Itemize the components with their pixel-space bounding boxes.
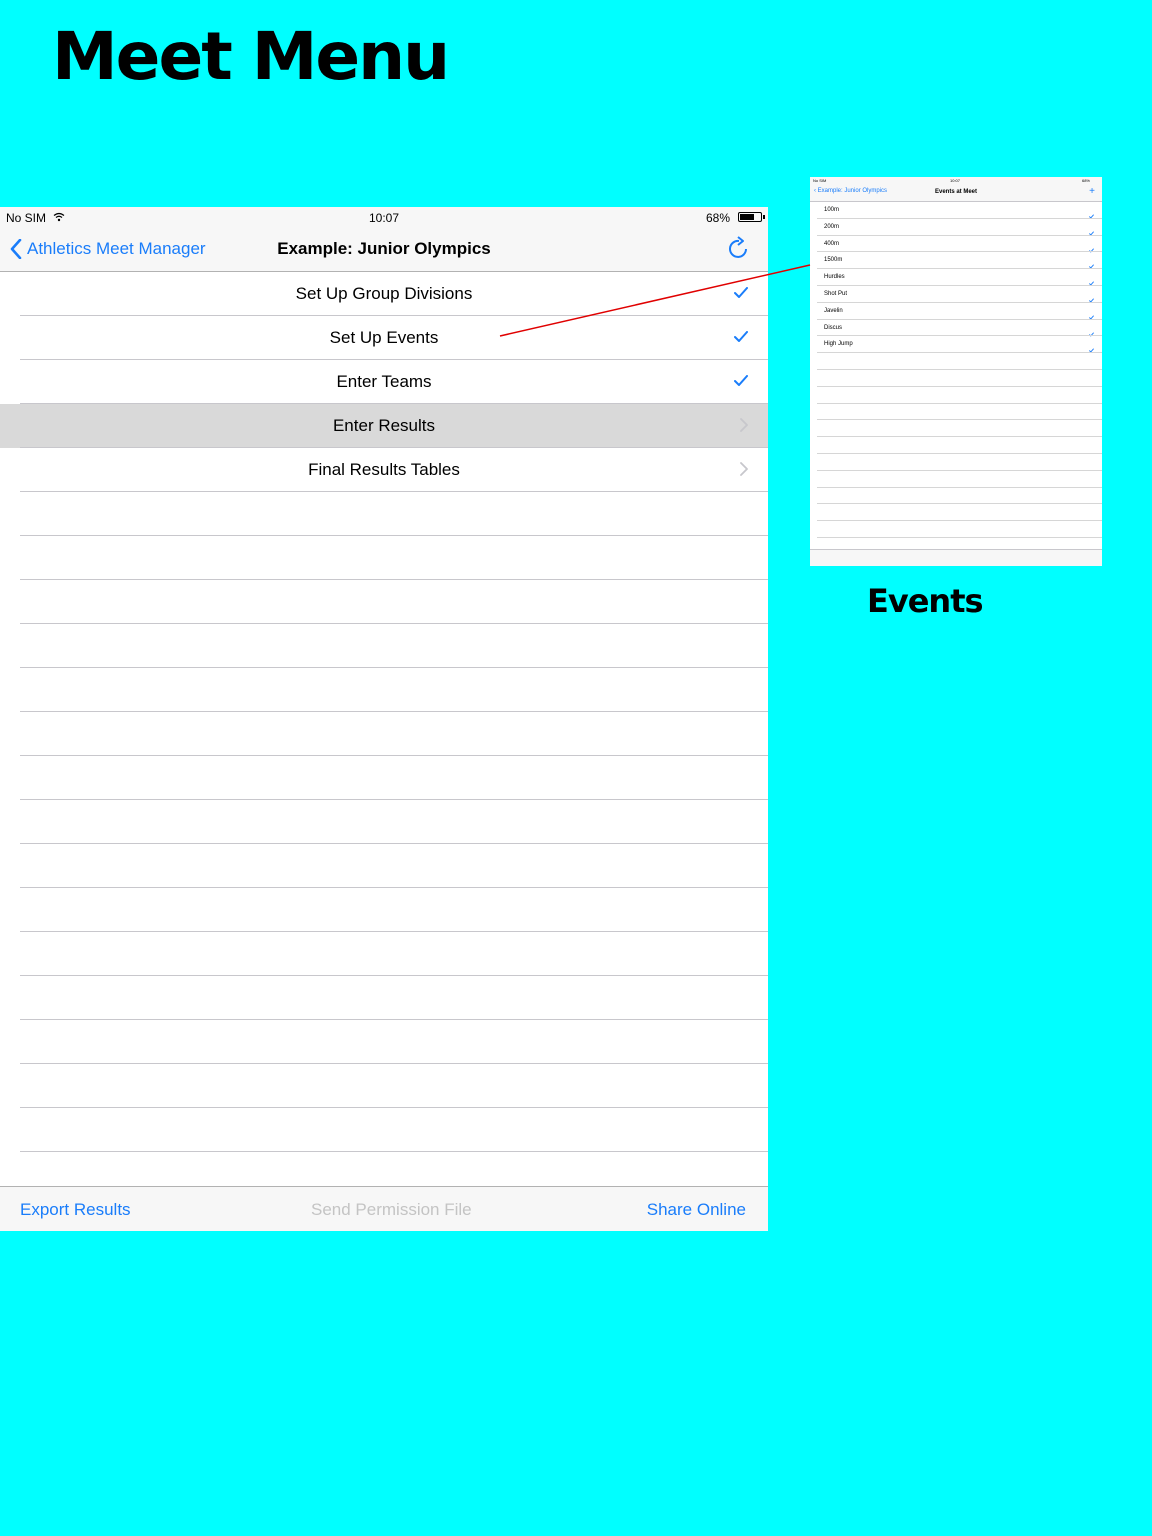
checkmark-icon bbox=[734, 286, 748, 304]
event-row[interactable]: 400m bbox=[810, 236, 1102, 253]
event-label: High Jump bbox=[824, 341, 853, 348]
empty-row bbox=[0, 1108, 768, 1152]
mini-add-icon[interactable]: + bbox=[1089, 186, 1095, 197]
navigation-bar: Athletics Meet Manager Example: Junior O… bbox=[0, 227, 768, 272]
refresh-icon[interactable] bbox=[728, 236, 750, 265]
empty-row bbox=[810, 521, 1102, 538]
empty-row bbox=[810, 387, 1102, 404]
mini-status-bar: No SIM 10:07 68% bbox=[810, 177, 1102, 184]
empty-row bbox=[810, 353, 1102, 370]
status-time: 10:07 bbox=[368, 211, 400, 225]
event-label: 400m bbox=[824, 240, 840, 247]
mini-carrier: No SIM bbox=[813, 178, 827, 183]
event-label: 1500m bbox=[824, 257, 843, 264]
page-title: Example: Junior Olympics bbox=[277, 239, 491, 258]
empty-row bbox=[810, 504, 1102, 521]
meet-menu-screen: No SIM 10:07 68% Athletics Meet Manager … bbox=[0, 207, 768, 1231]
empty-row bbox=[0, 976, 768, 1020]
mini-title: Events at Meet bbox=[934, 189, 977, 195]
empty-row bbox=[0, 800, 768, 844]
event-row[interactable]: High Jump bbox=[810, 336, 1102, 353]
mini-navigation-bar: ‹ Example: Junior Olympics Events at Mee… bbox=[810, 184, 1102, 202]
menu-row[interactable]: Set Up Events bbox=[0, 316, 768, 360]
mini-time: 10:07 bbox=[950, 178, 961, 183]
event-row[interactable]: 200m bbox=[810, 219, 1102, 236]
page-heading: Meet Menu bbox=[52, 18, 450, 95]
empty-row bbox=[810, 488, 1102, 505]
menu-row[interactable]: Final Results Tables bbox=[0, 448, 768, 492]
mini-toolbar bbox=[810, 549, 1102, 566]
empty-row bbox=[0, 580, 768, 624]
events-caption: Events bbox=[867, 582, 984, 620]
menu-row-label: Set Up Group Divisions bbox=[295, 284, 473, 303]
event-row[interactable]: 1500m bbox=[810, 252, 1102, 269]
event-label: Hurdles bbox=[824, 274, 845, 281]
empty-row bbox=[810, 404, 1102, 421]
empty-row bbox=[0, 492, 768, 536]
chevron-right-icon bbox=[740, 462, 748, 481]
empty-row bbox=[0, 536, 768, 580]
checkmark-icon bbox=[734, 374, 748, 392]
event-label: 100m bbox=[824, 207, 840, 213]
empty-row bbox=[0, 668, 768, 712]
menu-row[interactable]: Enter Teams bbox=[0, 360, 768, 404]
bottom-toolbar: Export Results Send Permission File Shar… bbox=[0, 1186, 768, 1231]
event-row[interactable]: Hurdles bbox=[810, 269, 1102, 286]
empty-row bbox=[810, 420, 1102, 437]
event-label: Javelin bbox=[824, 307, 843, 314]
events-thumbnail: No SIM 10:07 68% ‹ Example: Junior Olymp… bbox=[810, 177, 1102, 566]
events-list: 100m 200m 400m 1500m Hurdles Shot Put Javelin D… bbox=[810, 202, 1102, 538]
meet-menu-list: Set Up Group Divisions Set Up Events Enter… bbox=[0, 272, 768, 1152]
menu-row[interactable]: Enter Results bbox=[0, 404, 768, 448]
empty-row bbox=[810, 471, 1102, 488]
empty-row bbox=[0, 844, 768, 888]
menu-row-label: Set Up Events bbox=[329, 328, 439, 347]
battery-percent: 68% bbox=[705, 211, 730, 225]
menu-row-label: Final Results Tables bbox=[308, 460, 460, 479]
battery-icon bbox=[738, 212, 765, 222]
chevron-right-icon bbox=[740, 418, 748, 437]
event-row[interactable]: Discus bbox=[810, 320, 1102, 337]
mini-battery: 68% bbox=[1081, 178, 1090, 183]
empty-row bbox=[810, 437, 1102, 454]
event-label: Discus bbox=[824, 324, 843, 331]
empty-row bbox=[0, 624, 768, 668]
send-permission-file-button: Send Permission File bbox=[311, 1200, 472, 1219]
event-label: Shot Put bbox=[824, 290, 848, 297]
menu-row-label: Enter Teams bbox=[336, 372, 432, 391]
share-online-button[interactable]: Share Online bbox=[647, 1200, 746, 1220]
event-label: 200m bbox=[824, 223, 840, 230]
empty-row bbox=[810, 454, 1102, 471]
event-row[interactable]: 100m bbox=[810, 202, 1102, 219]
empty-row bbox=[0, 1020, 768, 1064]
empty-row bbox=[0, 1064, 768, 1108]
export-results-button[interactable]: Export Results bbox=[20, 1200, 131, 1220]
empty-row bbox=[0, 712, 768, 756]
empty-row bbox=[810, 370, 1102, 387]
empty-row bbox=[0, 756, 768, 800]
checkmark-icon bbox=[734, 330, 748, 348]
event-row[interactable]: Javelin bbox=[810, 303, 1102, 320]
menu-row[interactable]: Set Up Group Divisions bbox=[0, 272, 768, 316]
menu-row-label: Enter Results bbox=[332, 416, 436, 435]
status-bar: No SIM 10:07 68% bbox=[0, 207, 768, 227]
event-row[interactable]: Shot Put bbox=[810, 286, 1102, 303]
empty-row bbox=[0, 932, 768, 976]
empty-row bbox=[0, 888, 768, 932]
